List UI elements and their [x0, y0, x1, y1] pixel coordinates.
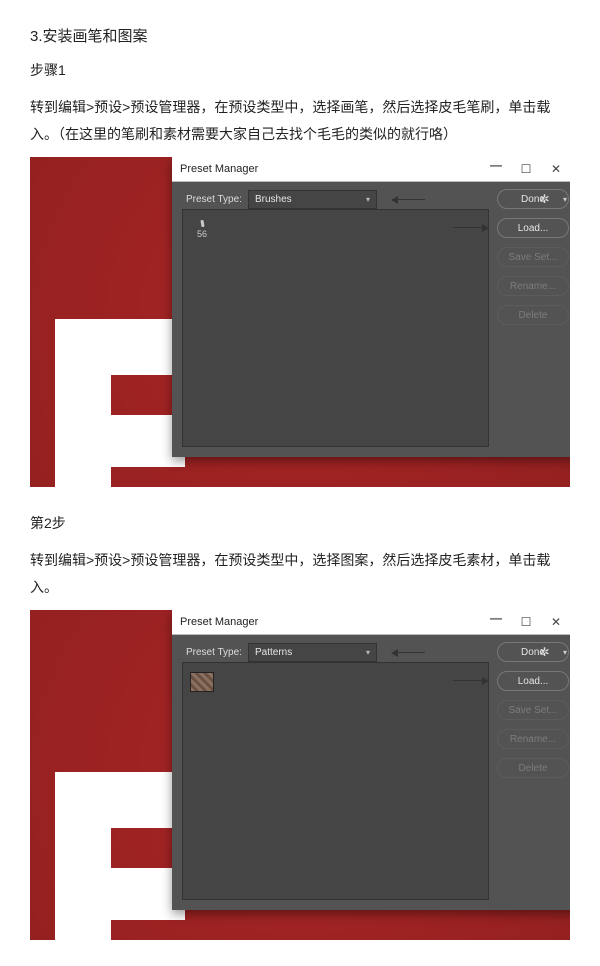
- brush-tip-icon: [200, 219, 204, 226]
- dialog-title: Preset Manager: [180, 616, 258, 628]
- minimize-button[interactable]: —: [481, 610, 511, 629]
- maximize-button[interactable]: ☐: [511, 611, 541, 633]
- dialog-buttons: Done Load... Save Set... Rename... Delet…: [497, 642, 569, 778]
- delete-button[interactable]: Delete: [497, 758, 569, 778]
- annotation-arrow: [387, 650, 425, 656]
- done-button[interactable]: Done: [497, 642, 569, 662]
- step1-label: 步骤1: [30, 60, 570, 80]
- step2-desc: 转到编辑>预设>预设管理器，在预设类型中，选择图案，然后选择皮毛素材，单击载入。: [30, 547, 570, 600]
- chevron-down-icon: ▾: [366, 648, 370, 657]
- preset-type-label: Preset Type:: [186, 647, 242, 658]
- preset-type-value: Brushes: [255, 194, 292, 205]
- preset-manager-dialog: Preset Manager — ☐ ✕ Preset Type: Patter…: [172, 610, 570, 910]
- close-button[interactable]: ✕: [541, 611, 570, 633]
- annotation-arrow: [387, 197, 425, 203]
- step1-figure: Preset Manager — ☐ ✕ Preset Type: Brushe…: [30, 157, 570, 487]
- window-controls: — ☐ ✕: [481, 158, 570, 180]
- minimize-button[interactable]: —: [481, 157, 511, 176]
- pattern-swatch-icon: [190, 672, 214, 692]
- chevron-down-icon: ▾: [366, 195, 370, 204]
- step2-label: 第2步: [30, 513, 570, 533]
- dialog-title: Preset Manager: [180, 163, 258, 175]
- window-controls: — ☐ ✕: [481, 611, 570, 633]
- dialog-buttons: Done Load... Save Set... Rename... Delet…: [497, 189, 569, 325]
- preset-list[interactable]: 56: [182, 209, 489, 447]
- preset-type-dropdown[interactable]: Patterns ▾: [248, 643, 377, 662]
- maximize-button[interactable]: ☐: [511, 158, 541, 180]
- preset-type-value: Patterns: [255, 647, 292, 658]
- load-button[interactable]: Load...: [497, 218, 569, 238]
- step2-figure: Preset Manager — ☐ ✕ Preset Type: Patter…: [30, 610, 570, 940]
- titlebar: Preset Manager — ☐ ✕: [172, 157, 570, 182]
- step1-desc: 转到编辑>预设>预设管理器，在预设类型中，选择画笔，然后选择皮毛笔刷，单击载入。…: [30, 94, 570, 147]
- preset-type-dropdown[interactable]: Brushes ▾: [248, 190, 377, 209]
- annotation-arrow-load: [453, 678, 493, 684]
- titlebar: Preset Manager — ☐ ✕: [172, 610, 570, 635]
- annotation-arrow-load: [453, 225, 493, 231]
- save-set-button[interactable]: Save Set...: [497, 247, 569, 267]
- preset-list[interactable]: [182, 662, 489, 900]
- brush-size: 56: [197, 229, 207, 239]
- rename-button[interactable]: Rename...: [497, 276, 569, 296]
- save-set-button[interactable]: Save Set...: [497, 700, 569, 720]
- preset-type-label: Preset Type:: [186, 194, 242, 205]
- load-button[interactable]: Load...: [497, 671, 569, 691]
- pattern-thumb[interactable]: [187, 667, 217, 697]
- delete-button[interactable]: Delete: [497, 305, 569, 325]
- brush-thumb[interactable]: 56: [187, 214, 217, 244]
- section-title: 3.安装画笔和图案: [30, 25, 570, 46]
- close-button[interactable]: ✕: [541, 158, 570, 180]
- rename-button[interactable]: Rename...: [497, 729, 569, 749]
- article: 3.安装画笔和图案 步骤1 转到编辑>预设>预设管理器，在预设类型中，选择画笔，…: [0, 0, 600, 940]
- done-button[interactable]: Done: [497, 189, 569, 209]
- preset-manager-dialog: Preset Manager — ☐ ✕ Preset Type: Brushe…: [172, 157, 570, 457]
